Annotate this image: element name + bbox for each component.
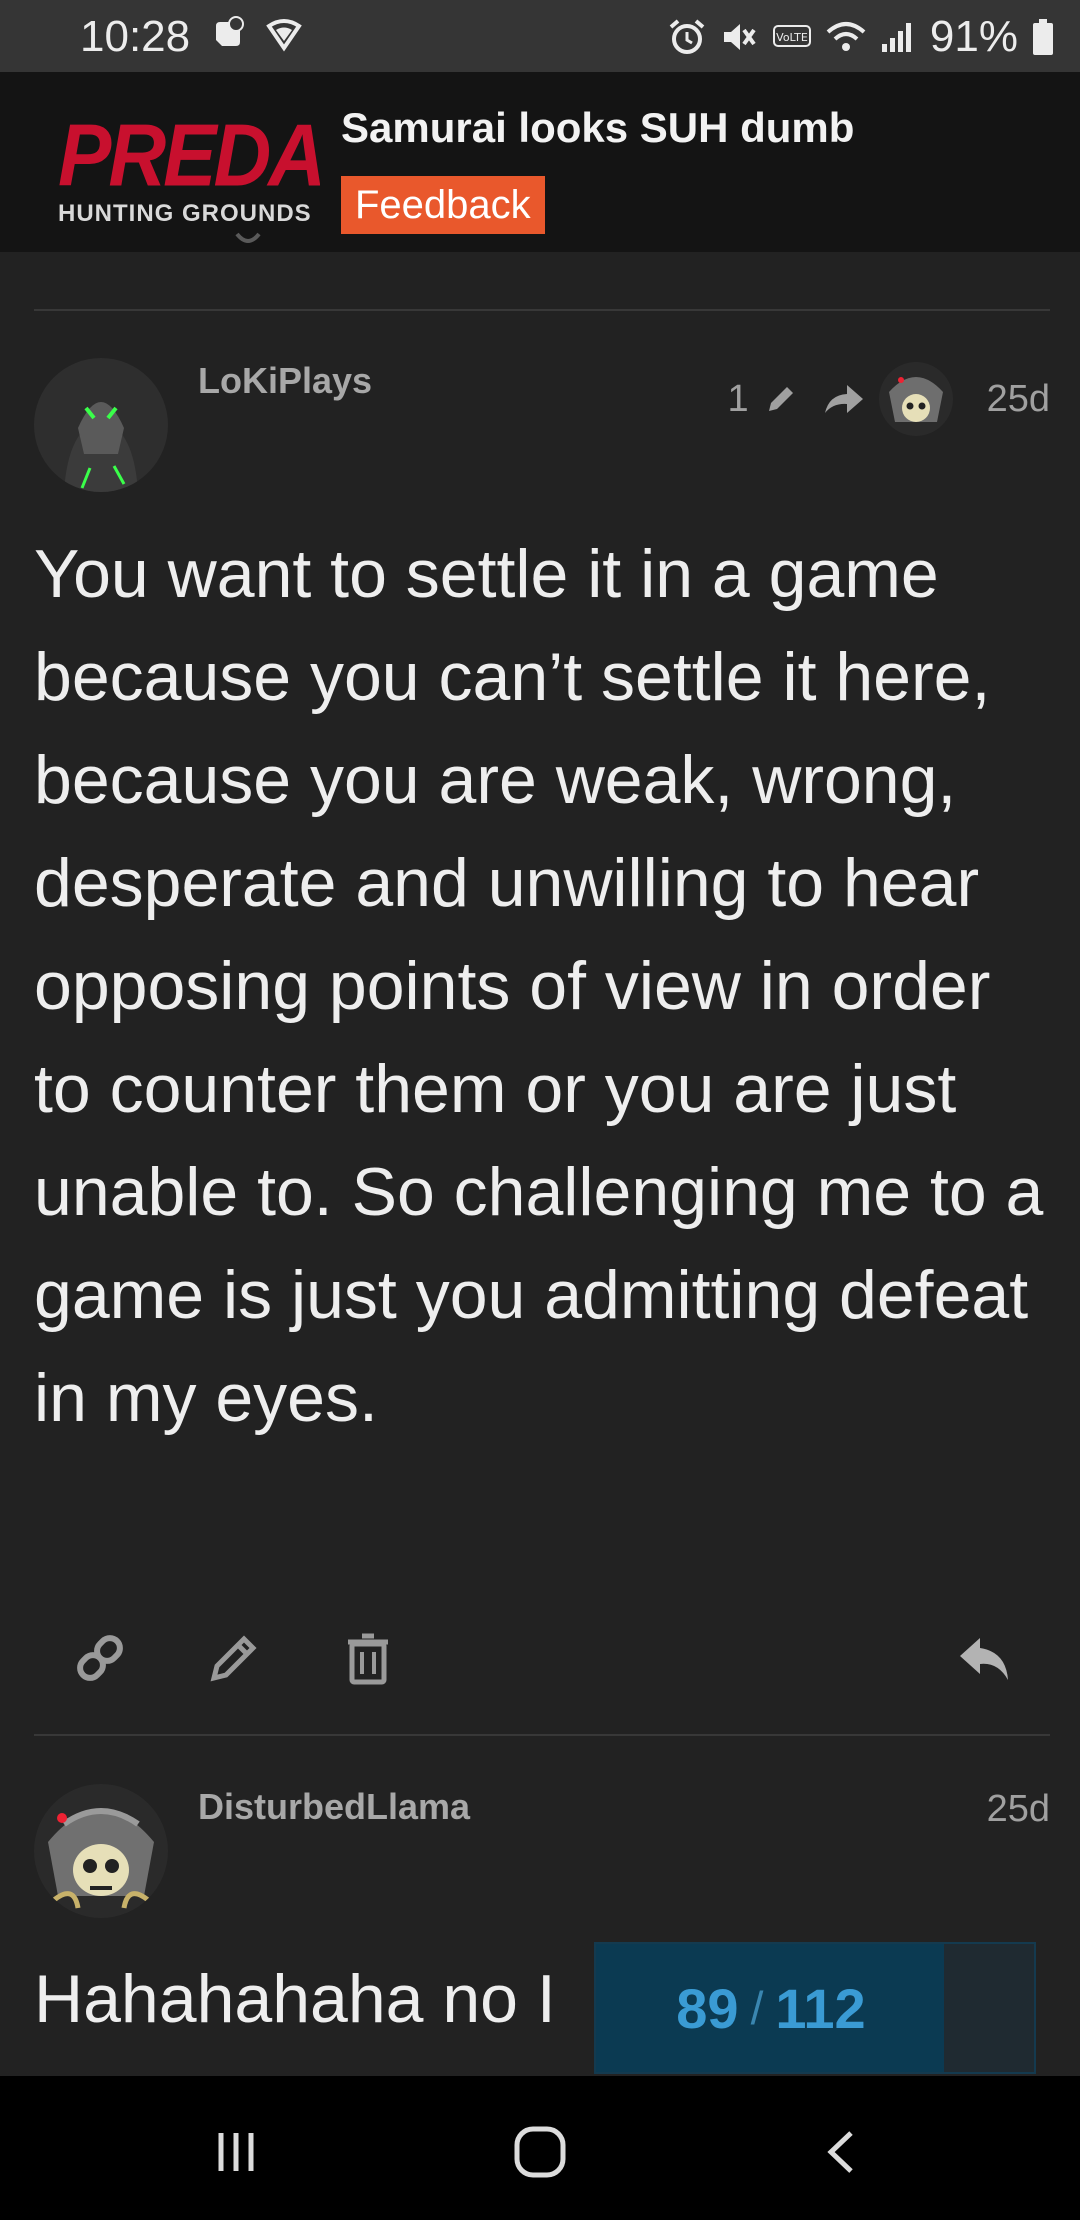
link-icon <box>77 1635 123 1681</box>
progress-total: 112 <box>775 1976 866 2040</box>
post-divider <box>34 1734 1050 1736</box>
back-icon <box>827 2131 853 2173</box>
timeline-progress[interactable]: 89 / 112 <box>594 1942 1036 2074</box>
navigation-bar <box>0 2076 1080 2220</box>
avatar[interactable] <box>34 358 168 492</box>
edit-count[interactable]: 1 <box>727 378 748 421</box>
username[interactable]: LoKiPlays <box>198 360 372 402</box>
site-logo[interactable]: PREDATOR HUNTING GROUNDS <box>58 112 320 227</box>
logo-subtext: HUNTING GROUNDS <box>58 200 312 227</box>
back-button[interactable] <box>802 2112 882 2192</box>
logo-text: PREDATOR <box>58 112 320 200</box>
post-age[interactable]: 25d <box>987 378 1050 421</box>
shield-icon <box>266 19 302 52</box>
recent-apps-button[interactable] <box>196 2112 276 2192</box>
alarm-icon <box>669 19 705 54</box>
home-button[interactable] <box>500 2112 580 2192</box>
trash-icon <box>348 1633 388 1685</box>
copy-link-button[interactable] <box>68 1626 132 1690</box>
status-left-icons <box>208 14 304 54</box>
pencil-icon <box>210 1635 257 1682</box>
volte-icon: VoLTE <box>772 25 811 47</box>
progress-label: 89 / 112 <box>596 1944 946 2072</box>
reply-icon <box>960 1638 1008 1680</box>
post-body: Hahahahaha no I <box>34 1961 556 2037</box>
status-right-icons: VoLTE 91% <box>668 12 1054 62</box>
topic-title[interactable]: Samurai looks SUH dumb <box>341 104 854 152</box>
username[interactable]: DisturbedLlama <box>198 1786 470 1828</box>
post-divider <box>34 309 1050 311</box>
signal-icon <box>881 23 911 52</box>
reply-to-avatar[interactable] <box>878 362 953 436</box>
topic-header: PREDATOR HUNTING GROUNDS Samurai looks S… <box>0 72 1080 252</box>
recent-apps-icon <box>218 2133 254 2171</box>
progress-current: 89 <box>676 1976 739 2040</box>
status-bar: 10:28 VoLTE 91% <box>0 0 1080 72</box>
game-launcher-icon <box>216 16 244 46</box>
previous-post-fragment <box>233 232 263 252</box>
wifi-icon <box>826 22 866 51</box>
pencil-icon[interactable] <box>763 381 799 417</box>
battery-percent: 91% <box>929 12 1018 61</box>
edit-button[interactable] <box>202 1626 266 1690</box>
reply-button[interactable] <box>952 1626 1016 1690</box>
battery-icon <box>1033 19 1053 55</box>
status-time: 10:28 <box>80 12 191 61</box>
category-badge[interactable]: Feedback <box>341 176 545 234</box>
post-body: You want to settle it in a game because … <box>34 536 1044 1436</box>
svg-text:VoLTE: VoLTE <box>776 31 808 44</box>
mute-icon <box>723 24 756 50</box>
post-meta: 1 25d <box>727 362 1050 436</box>
delete-button[interactable] <box>336 1626 400 1690</box>
progress-separator: / <box>750 1982 764 2034</box>
home-icon <box>514 2126 566 2178</box>
post-actions <box>34 1618 1050 1698</box>
share-arrow-icon[interactable] <box>823 381 865 417</box>
post-age[interactable]: 25d <box>987 1788 1050 1831</box>
avatar[interactable] <box>34 1784 168 1918</box>
